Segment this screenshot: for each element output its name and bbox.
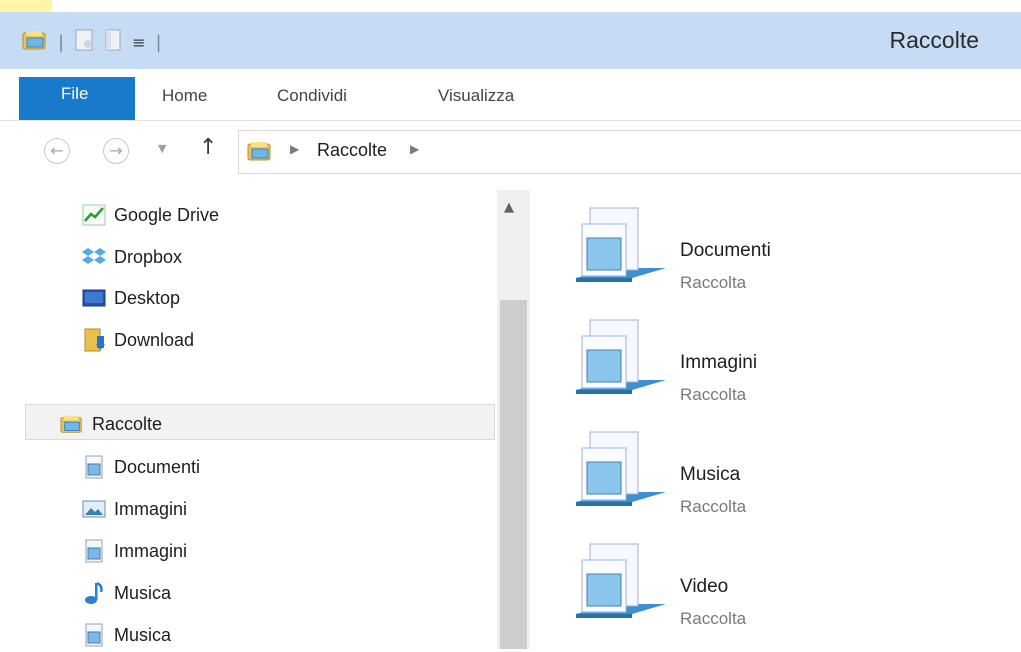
window-title: Raccolte: [889, 27, 979, 53]
toolbar-separator: |: [155, 31, 162, 53]
nav-item-dropbox[interactable]: Dropbox: [82, 240, 182, 274]
tab-share[interactable]: Condividi: [277, 78, 347, 114]
desktop-icon: [82, 286, 106, 310]
tab-file[interactable]: File: [19, 77, 135, 120]
libraries-icon[interactable]: [22, 29, 48, 55]
nav-item-label: Dropbox: [114, 246, 183, 267]
library-large-icon: [576, 319, 666, 394]
nav-item-label: Immagini: [114, 540, 188, 561]
nav-item-label: Download: [114, 329, 195, 350]
nav-item-google-drive[interactable]: Google Drive: [82, 198, 219, 232]
library-item-type: Raccolta: [680, 273, 747, 292]
breadcrumb-chevron-icon[interactable]: ▶: [290, 142, 299, 156]
customize-toolbar-icon[interactable]: ≡: [132, 33, 145, 52]
nav-item-libraries[interactable]: Raccolte: [60, 407, 162, 441]
ribbon: File Home Condividi Visualizza: [0, 69, 1021, 121]
navigation-row: ← → ▼ ↑ ▶ Raccolte ▶: [0, 121, 1021, 190]
properties-icon[interactable]: [74, 28, 94, 56]
nav-item-documents[interactable]: Documenti: [82, 450, 200, 484]
nav-item-label: Musica: [114, 624, 172, 645]
breadcrumb-item[interactable]: Raccolte: [317, 140, 387, 161]
navigation-pane: Google Drive Dropbox Desktop Download Ra…: [0, 190, 497, 649]
corner-highlight: [0, 0, 52, 12]
download-folder-icon: [82, 328, 106, 352]
breadcrumb-chevron-icon[interactable]: ▶: [410, 142, 419, 156]
library-item-type: Raccolta: [680, 385, 747, 404]
library-large-icon: [576, 207, 666, 282]
title-bar: | ≡ | Raccolte: [0, 12, 1021, 69]
library-item-name: Video: [680, 576, 729, 597]
library-item-music[interactable]: Musica Raccolta: [570, 426, 1010, 526]
nav-item-desktop[interactable]: Desktop: [82, 281, 180, 315]
nav-item-label: Raccolte: [92, 413, 163, 434]
libraries-icon: [60, 412, 84, 436]
library-item-name: Musica: [680, 464, 741, 485]
scroll-up-icon[interactable]: ▲: [504, 200, 514, 215]
tab-view[interactable]: Visualizza: [438, 78, 514, 114]
library-item-type: Raccolta: [680, 609, 747, 628]
nav-item-music[interactable]: Musica: [82, 576, 171, 610]
quick-access-toolbar: | ≡ |: [22, 29, 162, 55]
library-item-name: Documenti: [680, 240, 771, 261]
nav-item-label: Google Drive: [114, 204, 220, 225]
toolbar-separator: |: [58, 31, 65, 53]
recent-locations-chevron-icon[interactable]: ▼: [158, 142, 166, 155]
library-large-icon: [576, 543, 666, 618]
nav-item-download[interactable]: Download: [82, 323, 194, 357]
library-large-icon: [576, 431, 666, 506]
libraries-icon: [247, 140, 273, 166]
nav-item-label: Documenti: [114, 456, 201, 477]
nav-pane-scrollbar[interactable]: ▲: [497, 190, 530, 649]
document-library-icon: [82, 455, 106, 479]
nav-item-label: Immagini: [114, 498, 188, 519]
address-bar[interactable]: ▶ Raccolte ▶: [238, 130, 1021, 174]
content-pane: Documenti Raccolta Immagini Raccolta Mus…: [530, 190, 1021, 649]
library-item-pictures[interactable]: Immagini Raccolta: [570, 314, 1010, 414]
library-item-type: Raccolta: [680, 497, 747, 516]
picture-icon: [82, 497, 106, 521]
nav-item-pictures[interactable]: Immagini: [82, 492, 187, 526]
tab-home[interactable]: Home: [162, 78, 207, 114]
nav-item-label: Musica: [114, 582, 172, 603]
back-arrow-icon: ←: [50, 141, 64, 160]
music-note-icon: [82, 581, 106, 605]
forward-button[interactable]: →: [103, 138, 129, 164]
back-button[interactable]: ←: [44, 138, 70, 164]
library-item-video[interactable]: Video Raccolta: [570, 538, 1010, 638]
library-item-name: Immagini: [680, 352, 758, 373]
document-library-icon: [82, 623, 106, 647]
nav-item-music-library[interactable]: Musica: [82, 618, 171, 652]
document-library-icon: [82, 539, 106, 563]
google-drive-icon: [82, 203, 106, 227]
library-item-documents[interactable]: Documenti Raccolta: [570, 202, 1010, 302]
dropbox-icon: [82, 245, 106, 269]
nav-item-label: Desktop: [114, 287, 181, 308]
new-folder-icon[interactable]: [104, 28, 122, 56]
scrollbar-thumb[interactable]: [500, 300, 527, 649]
up-arrow-icon[interactable]: ↑: [199, 135, 217, 160]
forward-arrow-icon: →: [109, 141, 123, 160]
nav-item-pictures-library[interactable]: Immagini: [82, 534, 187, 568]
